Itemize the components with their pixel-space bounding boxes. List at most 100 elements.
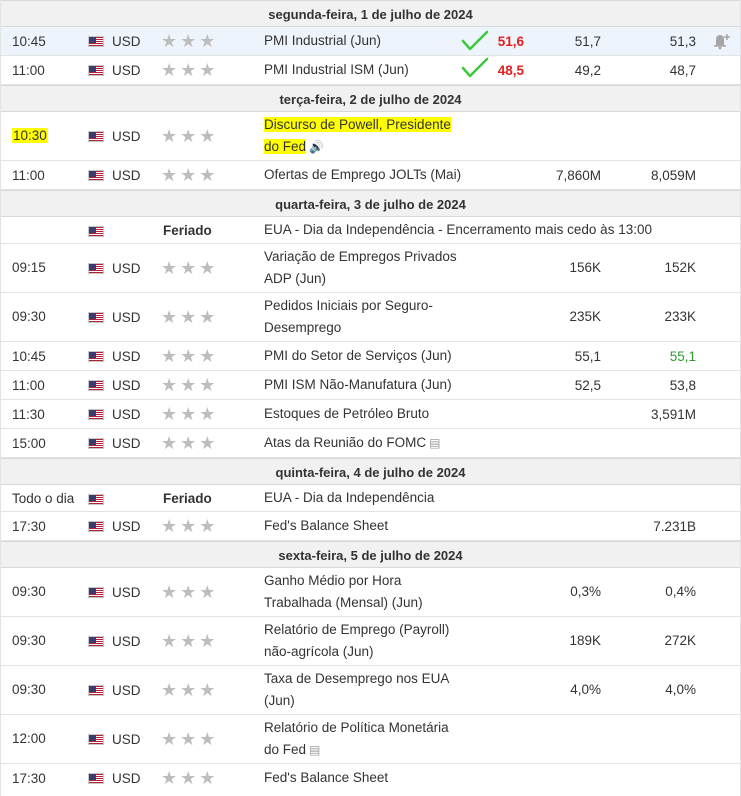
- event-row[interactable]: 09:30 USD ★★★ Pedidos Iniciais por Segur…: [1, 293, 740, 342]
- event-name[interactable]: PMI Industrial (Jun): [264, 30, 474, 52]
- currency: USD: [112, 378, 141, 393]
- previous-value: 152K: [664, 260, 696, 275]
- importance-stars-icon: ★★★: [161, 346, 219, 366]
- event-row[interactable]: 09:30 USD ★★★ Ganho Médio por Hora Traba…: [1, 568, 740, 617]
- event-name[interactable]: Pedidos Iniciais por Seguro- Desemprego: [264, 295, 474, 339]
- previous-value: 53,8: [669, 378, 696, 393]
- importance-stars-icon: ★★★: [161, 582, 219, 602]
- importance-stars-icon: ★★★: [161, 768, 219, 788]
- previous-value: 48,7: [669, 63, 696, 78]
- event-name-line1: Ganho Médio por Hora: [264, 573, 402, 588]
- event-name[interactable]: Discurso de Powell, Presidente do Fed 🔊: [264, 114, 474, 158]
- event-time: 09:30: [12, 309, 46, 324]
- us-flag-icon: [88, 409, 104, 420]
- event-name[interactable]: PMI Industrial ISM (Jun): [264, 59, 474, 81]
- event-row[interactable]: Todo o dia Feriado EUA - Dia da Independ…: [1, 485, 740, 512]
- event-name-line1: Taxa de Desemprego nos EUA: [264, 671, 450, 686]
- add-alert-bell-icon[interactable]: [712, 32, 730, 50]
- event-row[interactable]: 11:00 USD ★★★ PMI ISM Não-Manufatura (Ju…: [1, 371, 740, 400]
- event-name[interactable]: Estoques de Petróleo Bruto: [264, 403, 474, 425]
- day-header-friday: sexta-feira, 5 de julho de 2024: [1, 541, 740, 568]
- us-flag-icon: [88, 312, 104, 323]
- event-time: 15:00: [12, 436, 46, 451]
- event-name[interactable]: Relatório de Política Monetária do Fed ▤: [264, 717, 474, 761]
- event-row[interactable]: 17:30 USD ★★★ Fed's Balance Sheet: [1, 764, 740, 793]
- event-row[interactable]: 10:45 USD ★★★ PMI Industrial (Jun) 51,6 …: [1, 27, 740, 56]
- event-name[interactable]: EUA - Dia da Independência: [264, 487, 734, 509]
- event-row[interactable]: 09:30 USD ★★★ Relatório de Emprego (Payr…: [1, 617, 740, 666]
- importance-stars-icon: ★★★: [161, 60, 219, 80]
- currency: USD: [112, 771, 141, 786]
- importance-stars-icon: ★★★: [161, 433, 219, 453]
- forecast-value: 0,3%: [570, 584, 601, 599]
- currency: USD: [112, 63, 141, 78]
- currency: USD: [112, 634, 141, 649]
- event-name[interactable]: EUA - Dia da Independência - Encerrament…: [264, 219, 734, 241]
- us-flag-icon: [88, 734, 104, 745]
- currency: USD: [112, 585, 141, 600]
- event-name-line1: Relatório de Emprego (Payroll): [264, 622, 450, 637]
- event-time: 09:30: [12, 633, 46, 648]
- previous-value: 51,3: [669, 34, 696, 49]
- importance-stars-icon: ★★★: [161, 375, 219, 395]
- forecast-value: 49,2: [574, 63, 601, 78]
- event-name-line1: Pedidos Iniciais por Seguro-: [264, 298, 433, 313]
- event-row[interactable]: 11:00 USD ★★★ PMI Industrial ISM (Jun) 4…: [1, 56, 740, 85]
- event-name-line2: não-agrícola (Jun): [264, 644, 374, 659]
- us-flag-icon: [88, 226, 104, 237]
- previous-value: 8,059M: [650, 168, 696, 183]
- us-flag-icon: [88, 587, 104, 598]
- event-row[interactable]: 09:15 USD ★★★ Variação de Empregos Priva…: [1, 244, 740, 293]
- importance-stars-icon: ★★★: [161, 31, 219, 51]
- event-name[interactable]: Variação de Empregos Privados ADP (Jun): [264, 246, 474, 290]
- event-row[interactable]: 12:00 USD ★★★ Relatório de Política Mone…: [1, 715, 740, 764]
- event-name-line2: Desemprego: [264, 320, 342, 335]
- importance-stars-icon: ★★★: [161, 126, 219, 146]
- event-time: 09:30: [12, 682, 46, 697]
- event-row[interactable]: 10:45 USD ★★★ PMI do Setor de Serviços (…: [1, 342, 740, 371]
- importance-stars-icon: ★★★: [161, 680, 219, 700]
- day-header-monday: segunda-feira, 1 de julho de 2024: [1, 0, 740, 27]
- previous-value: 233K: [664, 309, 696, 324]
- previous-value: 7.231B: [653, 519, 696, 534]
- us-flag-icon: [88, 773, 104, 784]
- event-name[interactable]: PMI ISM Não-Manufatura (Jun): [264, 374, 474, 396]
- event-row[interactable]: 15:00 USD ★★★ Atas da Reunião do FOMC ▤: [1, 429, 740, 458]
- currency: USD: [112, 732, 141, 747]
- event-time: 10:45: [12, 34, 46, 49]
- event-name-line2: ADP (Jun): [264, 271, 327, 286]
- event-row[interactable]: 09:30 USD ★★★ Taxa de Desemprego nos EUA…: [1, 666, 740, 715]
- importance-stars-icon: ★★★: [161, 165, 219, 185]
- event-name-text: Atas da Reunião do FOMC: [264, 435, 427, 450]
- event-row[interactable]: 11:30 USD ★★★ Estoques de Petróleo Bruto…: [1, 400, 740, 429]
- event-row[interactable]: 11:00 USD ★★★ Ofertas de Emprego JOLTs (…: [1, 161, 740, 190]
- forecast-value: 52,5: [574, 378, 601, 393]
- currency: USD: [112, 310, 141, 325]
- us-flag-icon: [88, 494, 104, 505]
- event-row[interactable]: 10:30 USD ★★★ Discurso de Powell, Presid…: [1, 112, 740, 161]
- us-flag-icon: [88, 351, 104, 362]
- event-name[interactable]: Fed's Balance Sheet: [264, 515, 474, 537]
- event-row[interactable]: 17:30 USD ★★★ Fed's Balance Sheet 7.231B: [1, 512, 740, 541]
- importance-stars-icon: ★★★: [161, 729, 219, 749]
- event-name[interactable]: Relatório de Emprego (Payroll) não-agríc…: [264, 619, 474, 663]
- event-name[interactable]: Fed's Balance Sheet: [264, 767, 474, 789]
- event-time: 09:30: [12, 584, 46, 599]
- event-name[interactable]: Ganho Médio por Hora Trabalhada (Mensal)…: [264, 570, 474, 614]
- event-name[interactable]: Taxa de Desemprego nos EUA (Jun): [264, 668, 474, 712]
- event-time: 17:30: [12, 519, 46, 534]
- event-name[interactable]: Ofertas de Emprego JOLTs (Mai): [264, 164, 474, 186]
- event-row[interactable]: Feriado EUA - Dia da Independência - Enc…: [1, 217, 740, 244]
- event-name-line2: Trabalhada (Mensal) (Jun): [264, 595, 423, 610]
- day-header-thursday: quinta-feira, 4 de julho de 2024: [1, 458, 740, 485]
- currency: USD: [112, 168, 141, 183]
- currency: USD: [112, 34, 141, 49]
- event-name[interactable]: Atas da Reunião do FOMC ▤: [264, 432, 474, 454]
- event-name[interactable]: PMI do Setor de Serviços (Jun): [264, 345, 474, 367]
- currency: USD: [112, 436, 141, 451]
- day-header-tuesday: terça-feira, 2 de julho de 2024: [1, 85, 740, 112]
- actual-value: 48,5: [497, 63, 524, 78]
- us-flag-icon: [88, 636, 104, 647]
- forecast-value: 4,0%: [570, 682, 601, 697]
- event-name-line2: (Jun): [264, 693, 295, 708]
